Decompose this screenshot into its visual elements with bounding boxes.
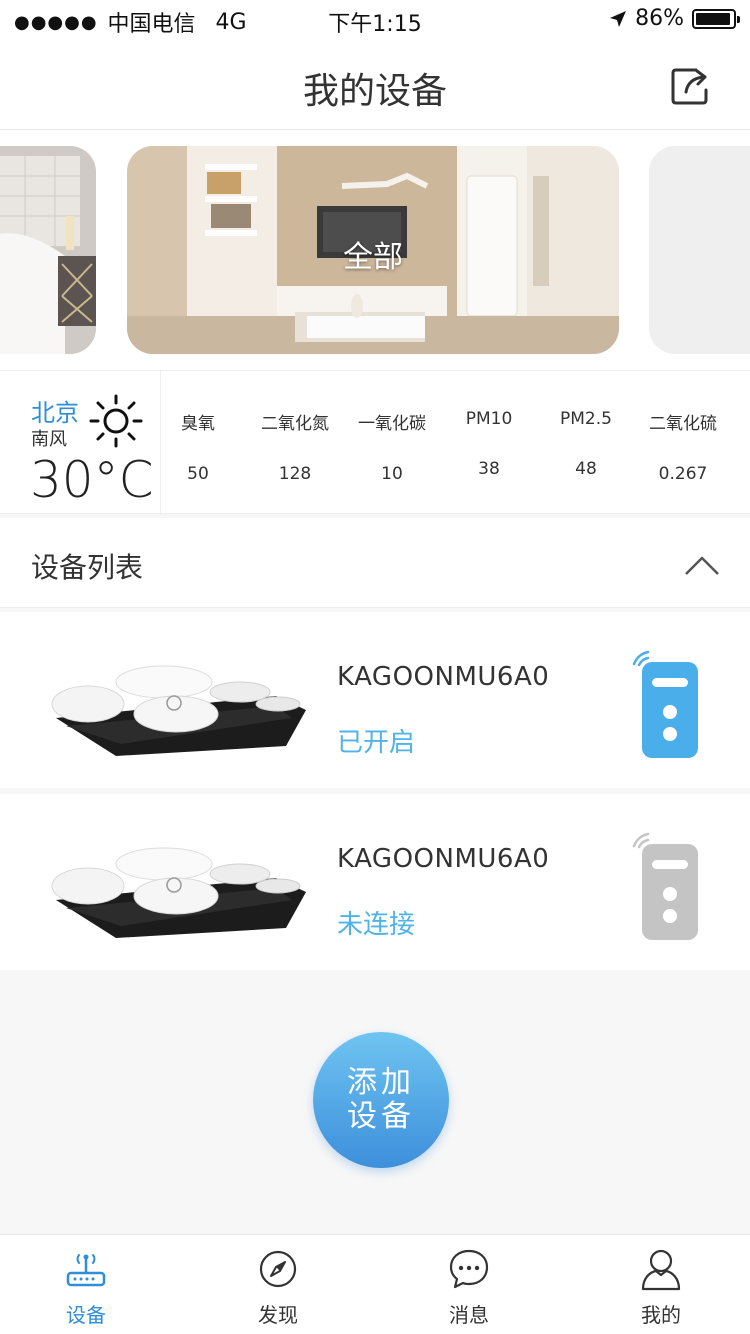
metric-value: 128 <box>278 464 312 484</box>
bedroom-image <box>0 146 96 354</box>
battery-percent: 86% <box>635 6 684 31</box>
navigation-bar: 我的设备 <box>0 40 750 130</box>
temperature-value: 30°C <box>30 451 154 509</box>
metric-pm25: PM2.5 48 <box>536 371 636 479</box>
device-card[interactable]: KAGOONMU6A0 已开启 <box>0 612 750 788</box>
device-list-header[interactable]: 设备列表 <box>0 518 750 608</box>
metric-pm10: PM10 38 <box>439 371 539 479</box>
add-device-button[interactable]: 添加 设备 <box>313 1032 449 1168</box>
metric-label: PM10 <box>465 409 513 429</box>
remote-control-icon[interactable] <box>630 832 702 942</box>
weather-panel: 北京 南风 30°C 臭氧 50 二氧化氮 128 一氧化碳 10 PM10 3… <box>0 370 750 515</box>
device-status: 已开启 <box>337 728 416 758</box>
tab-label: 发现 <box>258 1303 298 1327</box>
battery-icon <box>692 8 740 29</box>
tab-bar: 设备 发现 消息 我的 <box>0 1234 750 1334</box>
add-device-label-line1: 添加 <box>347 1065 415 1100</box>
metric-so2: 二氧化硫 0.267 <box>633 371 733 484</box>
remote-control-icon[interactable] <box>630 650 702 760</box>
room-card-all[interactable]: 全部 <box>127 146 619 354</box>
metric-value: 38 <box>478 459 500 479</box>
share-icon[interactable] <box>670 66 714 106</box>
device-status: 未连接 <box>337 910 416 940</box>
device-name: KAGOONMU6A0 <box>337 844 550 874</box>
tab-label: 我的 <box>641 1303 681 1327</box>
location-arrow-icon <box>610 10 627 27</box>
device-image <box>51 665 306 756</box>
room-card-next[interactable] <box>649 146 750 354</box>
city-label: 北京 <box>31 399 79 427</box>
page-title: 我的设备 <box>302 71 447 112</box>
device-name: KAGOONMU6A0 <box>337 662 550 692</box>
tab-label: 消息 <box>449 1303 489 1327</box>
room-label: 全部 <box>343 240 403 275</box>
chevron-up-icon[interactable] <box>684 554 720 578</box>
device-image <box>51 847 306 938</box>
metric-value: 0.267 <box>658 464 708 484</box>
tab-profile[interactable]: 我的 <box>601 1235 721 1334</box>
metric-value: 50 <box>187 464 209 484</box>
compass-icon <box>259 1250 297 1288</box>
metric-ozone: 臭氧 50 <box>148 371 248 484</box>
metric-label: PM2.5 <box>560 409 612 429</box>
status-bar: ●●●●● 中国电信 4G 下午1:15 86% <box>0 0 750 40</box>
add-device-label-line2: 设备 <box>347 1099 415 1134</box>
tab-label: 设备 <box>66 1303 106 1327</box>
tab-devices[interactable]: 设备 <box>26 1235 146 1334</box>
metric-label: 臭氧 <box>181 414 215 434</box>
metric-co: 一氧化碳 10 <box>342 371 442 484</box>
wind-label: 南风 <box>31 429 67 450</box>
device-card[interactable]: KAGOONMU6A0 未连接 <box>0 794 750 970</box>
metric-no2: 二氧化氮 128 <box>245 371 345 484</box>
chat-icon <box>449 1249 489 1289</box>
tab-messages[interactable]: 消息 <box>409 1235 529 1334</box>
metric-value: 48 <box>575 459 597 479</box>
sun-icon <box>89 394 143 448</box>
metric-label: 二氧化氮 <box>261 414 329 434</box>
user-icon <box>641 1249 681 1291</box>
metric-label: 一氧化碳 <box>358 414 426 434</box>
router-icon <box>66 1254 106 1287</box>
tab-discover[interactable]: 发现 <box>218 1235 338 1334</box>
metric-value: 10 <box>381 464 403 484</box>
device-list-title: 设备列表 <box>31 551 144 584</box>
room-card-bedroom[interactable] <box>0 146 96 354</box>
room-carousel[interactable]: 全部 <box>0 130 750 370</box>
metric-label: 二氧化硫 <box>649 414 717 434</box>
